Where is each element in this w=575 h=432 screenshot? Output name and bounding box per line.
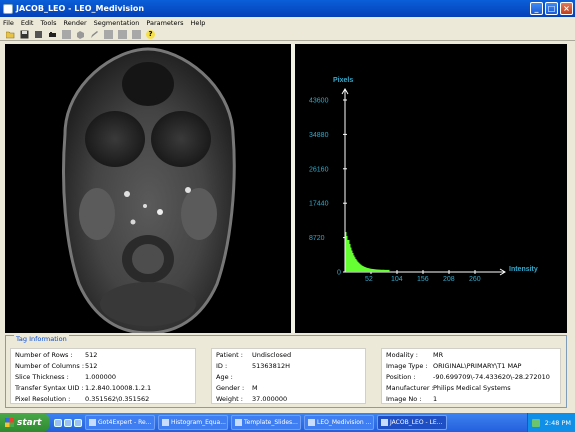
menu-bar: File Edit Tools Render Segmentation Para…	[0, 17, 575, 28]
window-title: JACOB_LEO - LEO_Medivision	[16, 4, 145, 13]
x-tick-label: 260	[469, 276, 481, 283]
tool-disabled-4-icon	[132, 29, 141, 39]
quick-launch	[54, 418, 82, 427]
tool-disabled-1-icon	[62, 29, 71, 39]
tag-row: Position : -90.699709\-74.433620\-28.2720…	[386, 373, 550, 381]
tag-row: Slice Thickness :1.000000	[15, 373, 117, 381]
taskbar-item[interactable]: Histogram_Equa...	[158, 415, 228, 430]
start-button[interactable]: start	[0, 413, 50, 432]
histogram-axes	[341, 88, 506, 276]
taskbar-item[interactable]: Got4Expert - Re...	[85, 415, 155, 430]
close-button[interactable]: ×	[560, 2, 573, 15]
app-icon	[89, 419, 96, 426]
y-tick-label: 0	[337, 270, 341, 277]
menu-edit[interactable]: Edit	[21, 19, 34, 27]
tag-row: Manufacturer : Philips Medical Systems	[386, 384, 511, 392]
tag-row: ID :51363812H	[216, 362, 290, 370]
taskbar: start Got4Expert - Re... Histogram_Equa.…	[0, 413, 575, 432]
tag-row: Image No :1	[386, 395, 438, 403]
y-tick-label: 34880	[309, 132, 329, 139]
app-icon	[308, 419, 315, 426]
app-icon	[3, 3, 13, 14]
menu-file[interactable]: File	[3, 19, 14, 27]
help-icon[interactable]: ?	[146, 29, 155, 39]
y-tick-label: 8720	[309, 235, 325, 242]
window-controls: _ □ ×	[530, 2, 573, 15]
app-icon	[162, 419, 169, 426]
clock: 2:48 PM	[544, 418, 571, 427]
menu-render[interactable]: Render	[64, 19, 87, 27]
tag-row: Transfer Syntax UID :1.2.840.10008.1.2.1	[15, 384, 152, 392]
app-icon	[235, 419, 242, 426]
system-tray: 2:48 PM	[527, 413, 575, 432]
main-viewport: Pixels Intensity 43600 34880 26160 17440 872…	[5, 44, 567, 335]
tag-information-group: Tag Information Number of Rows :512 Numb…	[5, 335, 567, 408]
mri-slice-image	[62, 47, 236, 335]
tag-panel-image: Number of Rows :512 Number of Columns :5…	[10, 348, 196, 404]
pencil-icon[interactable]	[90, 30, 99, 39]
open-folder-icon[interactable]	[6, 30, 15, 39]
tag-row: Number of Rows :512	[15, 351, 98, 359]
x-tick-label: 208	[443, 276, 455, 283]
save-icon[interactable]	[20, 30, 29, 39]
taskbar-item[interactable]: LEO_Medivision ...	[304, 415, 374, 430]
mri-image-view[interactable]	[5, 44, 291, 335]
taskbar-item[interactable]: Template_Slides...	[231, 415, 301, 430]
title-bar: JACOB_LEO - LEO_Medivision _ □ ×	[0, 0, 575, 17]
tag-row: Modality : MR	[386, 351, 444, 359]
tag-panel-study: Modality : MR Image Type : ORIGINAL\PRIMAR…	[381, 348, 561, 404]
start-label: start	[17, 417, 42, 428]
x-axis-title: Intensity	[509, 266, 538, 273]
tag-row: Pixel Resolution :0.351562\0.351562	[15, 395, 150, 403]
menu-tools[interactable]: Tools	[40, 19, 56, 27]
x-tick-label: 156	[417, 276, 429, 283]
film-icon[interactable]	[48, 30, 57, 39]
histogram-bars	[345, 232, 390, 272]
histogram-view: Pixels Intensity 43600 34880 26160 17440 872…	[295, 44, 567, 333]
stop-icon[interactable]	[34, 30, 43, 39]
quick-launch-icon[interactable]	[64, 418, 72, 427]
y-tick-label: 17440	[309, 201, 329, 208]
minimize-button[interactable]: _	[530, 2, 543, 15]
maximize-button[interactable]: □	[545, 2, 558, 15]
quick-launch-icon[interactable]	[54, 418, 62, 427]
app-icon	[381, 419, 388, 426]
y-ticks: 43600 34880 26160 17440 8720 0	[309, 98, 347, 277]
tray-icon[interactable]	[532, 418, 540, 427]
menu-segmentation[interactable]: Segmentation	[94, 19, 140, 27]
tag-row: Age :	[216, 373, 233, 381]
windows-logo-icon	[5, 418, 14, 427]
y-tick-label: 43600	[309, 98, 329, 105]
menu-help[interactable]: Help	[191, 19, 206, 27]
tag-panel-patient: Patient : Undisclosed ID :51363812H Age :…	[211, 348, 366, 404]
x-tick-label: 104	[391, 276, 403, 283]
histogram-chart: Pixels Intensity 43600 34880 26160 17440 872…	[309, 77, 538, 283]
cube-icon[interactable]	[76, 30, 85, 39]
y-axis-title: Pixels	[333, 77, 353, 84]
tag-row: Weight :37.000000	[216, 395, 288, 403]
y-tick-label: 26160	[309, 166, 329, 173]
tag-row: Gender :M	[216, 384, 258, 392]
tag-row: Image Type : ORIGINAL\PRIMARY\T1 MAP	[386, 362, 522, 370]
tool-disabled-2-icon	[104, 29, 113, 39]
quick-launch-icon[interactable]	[74, 418, 82, 427]
x-tick-label: 52	[365, 276, 373, 283]
menu-parameters[interactable]: Parameters	[146, 19, 183, 27]
tag-row: Patient : Undisclosed	[216, 351, 292, 359]
taskbar-item-active[interactable]: JACOB_LEO - LE...	[377, 415, 447, 430]
toolbar: ?	[0, 28, 575, 41]
tag-information-title: Tag Information	[14, 335, 69, 343]
tag-row: Number of Columns :512	[15, 362, 98, 370]
tool-disabled-3-icon	[118, 29, 127, 39]
